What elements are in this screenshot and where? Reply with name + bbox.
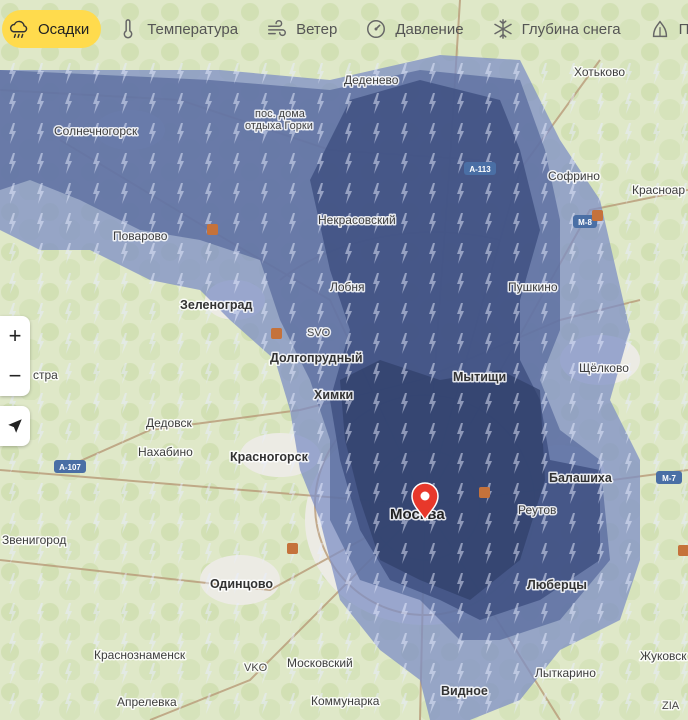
place-label: Люберцы <box>527 578 587 592</box>
place-label: SVO <box>307 327 331 339</box>
wind-icon <box>268 20 287 37</box>
place-label: Видное <box>441 684 488 698</box>
place-label: Краснознаменск <box>94 648 186 662</box>
place-label: Дедовск <box>146 416 192 430</box>
fuel-station-icon <box>479 487 490 498</box>
place-label: Лыткарино <box>535 666 596 680</box>
tab-snow-depth[interactable]: Глубина снега <box>480 10 633 48</box>
fuel-station-icon <box>592 210 603 221</box>
place-label: Апрелевка <box>117 695 177 709</box>
tab-wind[interactable]: Ветер <box>254 10 349 48</box>
tab-label: Осадки <box>38 20 90 38</box>
place-label: Некрасовский <box>318 213 396 227</box>
my-location-button[interactable] <box>0 406 30 446</box>
fuel-station-icon <box>678 545 688 556</box>
place-label: Деденево <box>344 73 399 87</box>
fuel-station-icon <box>287 543 298 554</box>
place-label: Жуковск <box>640 649 687 663</box>
place-label: Мытищи <box>453 370 506 384</box>
place-label: Московский <box>287 656 353 670</box>
cloud-rain-icon <box>9 20 28 38</box>
place-label: Химки <box>314 388 353 402</box>
navigation-arrow-icon <box>8 419 22 433</box>
place-label: VKO <box>244 662 268 674</box>
svg-text:М-7: М-7 <box>662 474 676 483</box>
place-label: Софрино <box>548 169 600 183</box>
place-label: Красногорск <box>230 450 309 464</box>
zoom-out-button[interactable]: − <box>0 356 30 396</box>
tab-label: Глубина снега <box>521 20 621 38</box>
thermometer-icon <box>123 19 133 39</box>
place-label: Звенигород <box>2 533 66 547</box>
place-label: Хотьково <box>574 65 625 79</box>
place-label: Реутов <box>518 503 556 517</box>
place-label: Одинцово <box>210 577 273 591</box>
tab-precipitation[interactable]: Осадки <box>2 10 102 48</box>
place-label: ZIA <box>662 700 680 712</box>
svg-text:А-113: А-113 <box>469 165 491 174</box>
highway-shield-a113: А-113 <box>464 162 496 175</box>
place-label: Нахабино <box>138 445 193 459</box>
tab-label: Давление <box>395 20 464 38</box>
place-label: Солнечногорск <box>54 124 138 138</box>
place-label: Долгопрудный <box>270 351 363 365</box>
place-label: Пушкино <box>508 280 558 294</box>
svg-text:А-107: А-107 <box>59 463 81 472</box>
highway-shield-a107: А-107 <box>54 460 86 473</box>
tab-label: Температура <box>147 20 239 38</box>
layer-tabs: Осадки Температура Ветер Давление Глубин… <box>0 0 688 58</box>
fuel-station-icon <box>271 328 282 339</box>
tab-temperature[interactable]: Температура <box>105 10 250 48</box>
highway-shield-m7: М-7 <box>656 471 682 484</box>
place-label: Красноар <box>632 183 685 197</box>
zoom-controls: + − <box>0 316 30 396</box>
pollen-icon <box>652 20 667 38</box>
place-label: Зеленоград <box>180 298 252 312</box>
tab-label: Пыльца <box>678 20 688 38</box>
place-label: Лобня <box>330 280 365 294</box>
precipitation-map[interactable]: А-113 М-8 А-107 М-7 Хотьково Деденево по… <box>0 0 688 720</box>
tab-label: Ветер <box>296 20 338 38</box>
place-label: Коммунарка <box>311 694 380 708</box>
place-label: Поварово <box>113 229 168 243</box>
place-label: стра <box>33 368 58 382</box>
snowflake-icon <box>493 19 512 39</box>
place-label: пос. дома <box>255 108 306 120</box>
gauge-icon <box>367 20 386 38</box>
svg-text:М-8: М-8 <box>578 218 592 227</box>
fuel-station-icon <box>207 224 218 235</box>
place-label: отдыха Горки <box>245 120 313 132</box>
place-label: Щёлково <box>579 361 629 375</box>
tab-pollen[interactable]: Пыльца <box>637 10 688 48</box>
place-label: Балашиха <box>549 471 613 485</box>
zoom-in-button[interactable]: + <box>0 316 30 356</box>
tab-pressure[interactable]: Давление <box>353 10 475 48</box>
